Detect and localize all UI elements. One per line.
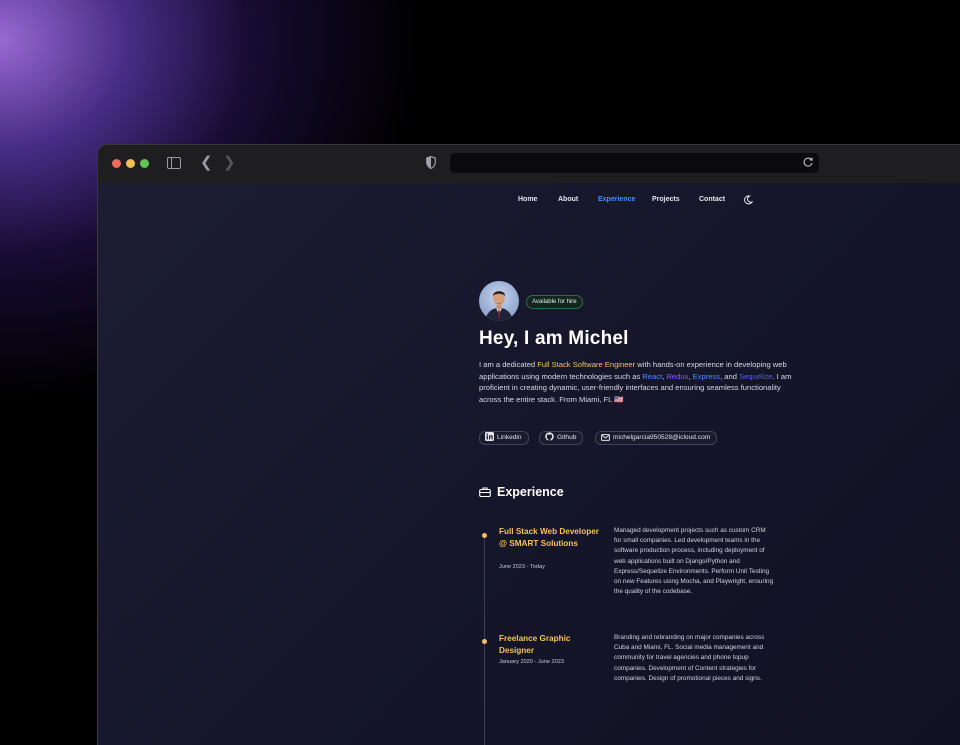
nav-projects[interactable]: Projects <box>652 196 680 203</box>
job-dates: January 2020 - June 2023 <box>499 659 564 665</box>
forward-arrow-icon[interactable]: ❯ <box>223 155 236 170</box>
tech-react: React <box>642 371 663 381</box>
intro-text: , and <box>720 371 740 381</box>
tech-sequelize: Sequelize <box>739 371 773 381</box>
job-title: Freelance Graphic Designer <box>499 634 571 655</box>
intro-paragraph: I am a dedicated Full Stack Software Eng… <box>479 359 797 405</box>
shield-icon[interactable] <box>426 156 436 169</box>
browser-toolbar: ❮ ❯ <box>98 145 960 184</box>
github-link[interactable]: Github <box>539 431 584 445</box>
minimize-window-button[interactable] <box>126 159 135 168</box>
person-portrait-icon <box>485 291 513 321</box>
experience-heading: Experience <box>497 485 564 499</box>
profile-avatar <box>479 281 519 321</box>
nav-home[interactable]: Home <box>518 196 537 203</box>
timeline-dot <box>482 533 487 538</box>
linkedin-icon <box>485 432 494 441</box>
linkedin-label: Linkedin <box>497 434 522 441</box>
sidebar-toggle-icon[interactable] <box>167 157 181 169</box>
github-label: Github <box>557 434 577 441</box>
linkedin-link[interactable]: Linkedin <box>479 431 529 445</box>
back-arrow-icon[interactable]: ❮ <box>200 155 213 170</box>
email-label: michelgarcia950528@icloud.com <box>613 434 711 441</box>
moon-icon[interactable] <box>743 195 753 205</box>
github-icon <box>545 432 554 441</box>
mail-icon <box>601 434 610 441</box>
reload-icon[interactable] <box>802 156 814 168</box>
tech-redux: Redux <box>666 371 689 381</box>
maximize-window-button[interactable] <box>140 159 149 168</box>
intro-text: I am a dedicated <box>479 360 538 369</box>
tech-express: Express <box>692 371 721 381</box>
nav-about[interactable]: About <box>558 196 578 203</box>
job-dates: June 2023 - Today <box>499 564 545 570</box>
job-description: Branding and rebranding on major compani… <box>614 634 765 682</box>
job-description: Managed development projects such as cus… <box>614 527 774 596</box>
hero-heading: Hey, I am Michel <box>479 328 629 349</box>
web-page: Home About Experience Projects Contact A… <box>98 183 960 745</box>
address-bar[interactable] <box>450 153 819 173</box>
close-window-button[interactable] <box>112 159 121 168</box>
nav-contact[interactable]: Contact <box>699 196 725 203</box>
briefcase-icon <box>479 487 491 497</box>
nav-experience[interactable]: Experience <box>598 196 635 203</box>
browser-window: ❮ ❯ Home About Experience Projects Conta… <box>97 144 960 745</box>
job-title: Full Stack Web Developer @ SMART Solutio… <box>499 527 599 548</box>
role-highlight: Full Stack Software Engineer <box>537 360 636 369</box>
availability-badge: Available for hire <box>526 295 583 309</box>
email-link[interactable]: michelgarcia950528@icloud.com <box>595 431 718 445</box>
timeline-dot <box>482 639 487 644</box>
